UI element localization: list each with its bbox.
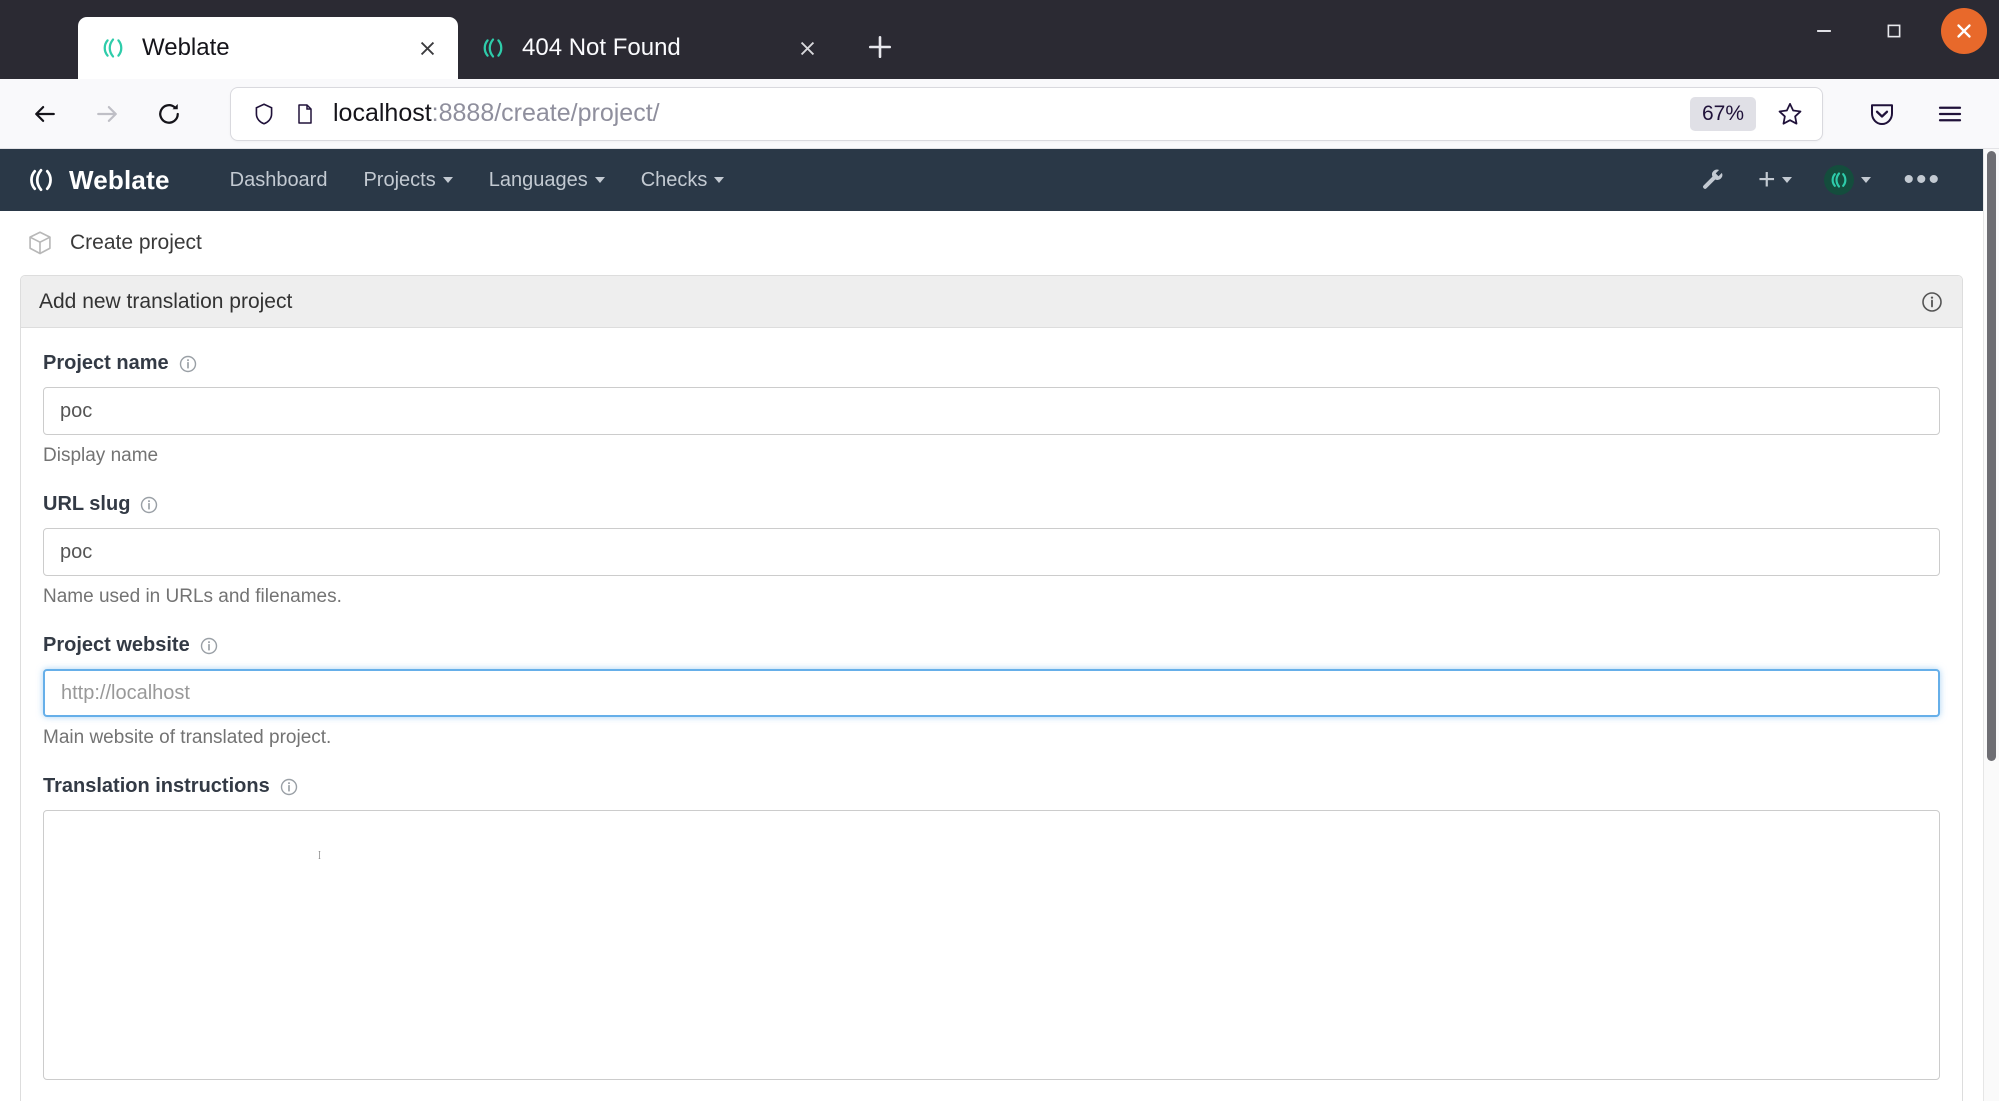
translation-instructions-textarea[interactable] <box>43 810 1940 1080</box>
nav-label: Projects <box>363 168 436 191</box>
field-help-text: Display name <box>43 445 159 466</box>
nav-item-languages[interactable]: Languages <box>471 161 623 200</box>
brand-label: Weblate <box>69 164 170 195</box>
create-project-panel: Add new translation project Project name <box>20 275 1963 1101</box>
field-label: URL slug <box>43 493 1940 516</box>
label-text: URL slug <box>43 493 131 515</box>
label-text: Project website <box>43 634 190 656</box>
page-content: Weblate Dashboard Projects Languages Che… <box>0 149 1983 1101</box>
weblate-navbar: Weblate Dashboard Projects Languages Che… <box>0 149 1983 211</box>
nav-label: Languages <box>488 168 588 191</box>
label-text: Project name <box>43 352 169 374</box>
weblate-icon <box>100 35 126 61</box>
field-help-text: Main website of translated project. <box>43 727 332 748</box>
field-translation-instructions: Translation instructions <box>43 775 1940 1080</box>
field-label: Translation instructions <box>43 775 1940 798</box>
weblate-brand[interactable]: Weblate <box>26 165 170 196</box>
window-controls <box>1789 0 1999 62</box>
more-label: ••• <box>1903 163 1941 196</box>
page-scrollbar[interactable] <box>1983 149 1999 1101</box>
zoom-level-badge[interactable]: 67% <box>1689 96 1756 131</box>
scrollbar-thumb[interactable] <box>1987 151 1996 761</box>
field-label: Project website <box>43 634 1940 657</box>
project-name-input[interactable]: poc <box>43 387 1940 435</box>
breadcrumb-label[interactable]: Create project <box>70 231 202 255</box>
url-host: localhost <box>333 99 432 127</box>
breadcrumb: Create project <box>0 211 1983 275</box>
url-bar[interactable]: localhost:8888/create/project/ 67% <box>230 86 1823 141</box>
chevron-down-icon <box>1782 177 1793 183</box>
panel-title: Add new translation project <box>39 289 293 313</box>
tabs-area: Weblate 404 Not Found <box>0 0 902 79</box>
close-icon <box>1941 8 1987 54</box>
input-value: poc <box>60 399 93 422</box>
browser-tab-404[interactable]: 404 Not Found <box>458 17 838 79</box>
project-website-input[interactable]: http://localhost <box>43 669 1940 717</box>
new-tab-button[interactable] <box>858 25 902 69</box>
weblate-logo-icon <box>26 165 56 195</box>
avatar <box>1824 165 1855 195</box>
project-box-icon <box>26 229 54 257</box>
maximize-button[interactable] <box>1859 0 1929 62</box>
field-help-text: Name used in URLs and filenames. <box>43 586 342 607</box>
back-arrow-icon[interactable] <box>18 87 72 141</box>
tab-title: 404 Not Found <box>522 34 681 61</box>
panel-body: Project name poc Display name URL slug p… <box>21 328 1962 1080</box>
nav-label: Checks <box>640 168 708 191</box>
nav-item-projects[interactable]: Projects <box>345 161 470 200</box>
field-project-website: Project website http://localhost Main we… <box>43 634 1940 749</box>
label-text: Translation instructions <box>43 775 270 797</box>
url-slug-input[interactable]: poc <box>43 528 1940 576</box>
toolbar-right-actions <box>1845 87 1981 141</box>
reload-icon[interactable] <box>142 87 196 141</box>
url-path: :8888/create/project/ <box>431 99 660 127</box>
tab-title: Weblate <box>142 34 230 61</box>
info-circle-icon[interactable] <box>279 777 299 797</box>
wrench-icon[interactable] <box>1684 161 1742 199</box>
browser-toolbar: localhost:8888/create/project/ 67% <box>0 79 1999 149</box>
minimize-button[interactable] <box>1789 0 1859 62</box>
shield-icon[interactable] <box>251 101 277 127</box>
page-icon[interactable] <box>293 102 317 126</box>
user-menu-button[interactable] <box>1808 159 1887 201</box>
close-icon[interactable] <box>790 31 824 65</box>
chevron-down-icon <box>1861 177 1872 183</box>
hamburger-icon[interactable] <box>1923 87 1977 141</box>
info-circle-icon[interactable] <box>178 354 198 374</box>
browser-window: Weblate 404 Not Found localhost:8888/cre… <box>0 0 1999 1101</box>
nav-item-checks[interactable]: Checks <box>623 161 743 200</box>
nav-item-dashboard[interactable]: Dashboard <box>212 161 346 200</box>
nav-label: Dashboard <box>229 168 328 191</box>
page-viewport: Weblate Dashboard Projects Languages Che… <box>0 149 1999 1101</box>
tab-strip: Weblate 404 Not Found <box>0 0 1999 79</box>
forward-arrow-icon[interactable] <box>80 87 134 141</box>
input-value: poc <box>60 540 93 563</box>
close-icon[interactable] <box>410 31 444 65</box>
plus-label: + <box>1757 163 1776 196</box>
weblate-icon <box>480 35 506 61</box>
field-url-slug: URL slug poc Name used in URLs and filen… <box>43 493 1940 608</box>
info-circle-icon[interactable] <box>1920 290 1944 314</box>
field-project-name: Project name poc Display name <box>43 352 1940 467</box>
chevron-down-icon <box>442 177 453 184</box>
panel-header: Add new translation project <box>21 276 1962 328</box>
close-window-button[interactable] <box>1929 0 1999 62</box>
info-circle-icon[interactable] <box>199 636 219 656</box>
chevron-down-icon <box>594 177 605 184</box>
pocket-icon[interactable] <box>1855 87 1909 141</box>
add-menu-button[interactable]: + <box>1742 159 1809 201</box>
more-menu-button[interactable]: ••• <box>1887 165 1957 195</box>
field-label: Project name <box>43 352 1940 375</box>
star-icon[interactable] <box>1768 92 1812 136</box>
url-text[interactable]: localhost:8888/create/project/ <box>333 99 1690 128</box>
nav-right-actions: + ••• <box>1684 159 1957 201</box>
browser-tab-weblate[interactable]: Weblate <box>78 17 458 79</box>
info-circle-icon[interactable] <box>139 495 159 515</box>
primary-nav: Dashboard Projects Languages Checks <box>212 161 743 200</box>
input-placeholder: http://localhost <box>61 681 190 704</box>
chevron-down-icon <box>714 177 725 184</box>
